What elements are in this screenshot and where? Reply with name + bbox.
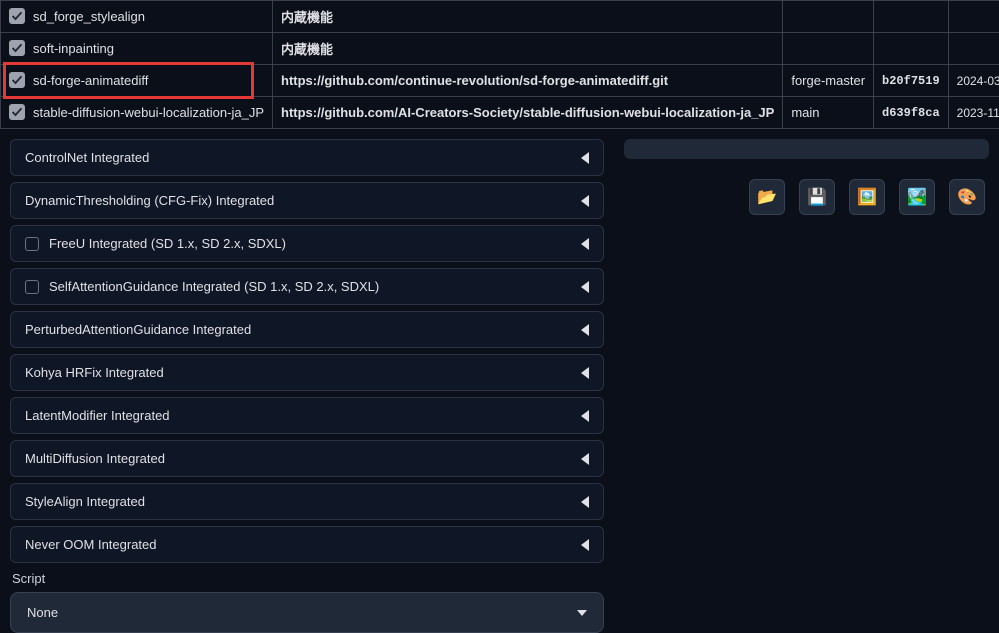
extension-name-cell: sd_forge_stylealign	[1, 1, 273, 33]
script-dropdown[interactable]: None	[10, 592, 604, 633]
extension-name-cell: stable-diffusion-webui-localization-ja_J…	[1, 97, 273, 129]
accordion-item[interactable]: DynamicThresholding (CFG-Fix) Integrated	[10, 182, 604, 219]
accordion-label: ControlNet Integrated	[25, 150, 149, 165]
accordion-item[interactable]: Kohya HRFix Integrated	[10, 354, 604, 391]
accordion-item[interactable]: Never OOM Integrated	[10, 526, 604, 563]
accordion-label: FreeU Integrated (SD 1.x, SD 2.x, SDXL)	[49, 236, 286, 251]
extensions-table: sd_forge_stylealign内蔵機能なしsoft-inpainting…	[0, 0, 999, 129]
image-button-2[interactable]: 🏞️	[899, 179, 935, 215]
triangle-left-icon	[581, 496, 589, 508]
triangle-left-icon	[581, 453, 589, 465]
extension-checkbox[interactable]	[9, 40, 25, 56]
extension-date: 2024-03-21 17:39:10	[948, 65, 999, 97]
triangle-left-icon	[581, 539, 589, 551]
extension-row: sd-forge-animatediff https://github.com/c…	[1, 65, 999, 97]
extension-checkbox[interactable]	[9, 72, 25, 88]
accordion-item[interactable]: LatentModifier Integrated	[10, 397, 604, 434]
extension-hash	[874, 1, 949, 33]
script-selected-value: None	[27, 605, 58, 620]
save-button[interactable]: 💾	[799, 179, 835, 215]
accordion-checkbox[interactable]	[25, 237, 39, 251]
accordion-item[interactable]: StyleAlign Integrated	[10, 483, 604, 520]
extension-row: soft-inpainting内蔵機能なし	[1, 33, 999, 65]
extension-hash: b20f7519	[874, 65, 949, 97]
right-panel-placeholder	[624, 139, 989, 159]
triangle-left-icon	[581, 324, 589, 336]
extension-checkbox[interactable]	[9, 104, 25, 120]
triangle-left-icon	[581, 152, 589, 164]
image-button-1[interactable]: 🖼️	[849, 179, 885, 215]
accordion-item[interactable]: MultiDiffusion Integrated	[10, 440, 604, 477]
accordion-label: LatentModifier Integrated	[25, 408, 170, 423]
open-folder-button[interactable]: 📂	[749, 179, 785, 215]
palette-icon: 🎨	[957, 187, 977, 207]
icon-toolbar: 📂 💾 🖼️ 🏞️ 🎨	[624, 179, 989, 215]
extension-row: sd_forge_stylealign内蔵機能なし	[1, 1, 999, 33]
accordion-label: MultiDiffusion Integrated	[25, 451, 165, 466]
lower-area: ControlNet Integrated DynamicThresholding…	[0, 129, 999, 633]
accordion-checkbox[interactable]	[25, 280, 39, 294]
extension-url: 内蔵機能	[273, 33, 783, 65]
triangle-left-icon	[581, 195, 589, 207]
extension-hash: d639f8ca	[874, 97, 949, 129]
script-label: Script	[12, 571, 604, 586]
accordion-item[interactable]: FreeU Integrated (SD 1.x, SD 2.x, SDXL)	[10, 225, 604, 262]
triangle-left-icon	[581, 281, 589, 293]
extension-branch	[783, 33, 874, 65]
extension-row: stable-diffusion-webui-localization-ja_J…	[1, 97, 999, 129]
extension-name: sd-forge-animatediff	[33, 73, 148, 88]
accordion-label: PerturbedAttentionGuidance Integrated	[25, 322, 251, 337]
chevron-down-icon	[577, 610, 587, 616]
extension-date	[948, 33, 999, 65]
extension-branch: main	[783, 97, 874, 129]
extension-branch: forge-master	[783, 65, 874, 97]
extension-name-cell: soft-inpainting	[1, 33, 273, 65]
extension-date	[948, 1, 999, 33]
triangle-left-icon	[581, 238, 589, 250]
image-icon: 🖼️	[857, 187, 877, 207]
accordion-label: StyleAlign Integrated	[25, 494, 145, 509]
triangle-left-icon	[581, 367, 589, 379]
accordion-label: DynamicThresholding (CFG-Fix) Integrated	[25, 193, 274, 208]
extension-url: 内蔵機能	[273, 1, 783, 33]
extension-name-cell: sd-forge-animatediff	[1, 65, 273, 97]
extension-url: https://github.com/AI-Creators-Society/s…	[273, 97, 783, 129]
right-column: 📂 💾 🖼️ 🏞️ 🎨	[614, 139, 999, 633]
triangle-left-icon	[581, 410, 589, 422]
extension-name: soft-inpainting	[33, 41, 114, 56]
left-column: ControlNet Integrated DynamicThresholding…	[0, 139, 614, 633]
extension-checkbox[interactable]	[9, 8, 25, 24]
extension-branch	[783, 1, 874, 33]
accordion-item[interactable]: PerturbedAttentionGuidance Integrated	[10, 311, 604, 348]
palette-button[interactable]: 🎨	[949, 179, 985, 215]
accordion-item[interactable]: SelfAttentionGuidance Integrated (SD 1.x…	[10, 268, 604, 305]
save-icon: 💾	[807, 187, 827, 207]
extension-url: https://github.com/continue-revolution/s…	[273, 65, 783, 97]
folder-icon: 📂	[757, 187, 777, 207]
accordion-label: Kohya HRFix Integrated	[25, 365, 164, 380]
landscape-icon: 🏞️	[907, 187, 927, 207]
extension-date: 2023-11-22 12:02:41	[948, 97, 999, 129]
accordion-item[interactable]: ControlNet Integrated	[10, 139, 604, 176]
extension-hash	[874, 33, 949, 65]
extension-name: stable-diffusion-webui-localization-ja_J…	[33, 105, 264, 120]
accordion-label: SelfAttentionGuidance Integrated (SD 1.x…	[49, 279, 379, 294]
extension-name: sd_forge_stylealign	[33, 9, 145, 24]
accordion-label: Never OOM Integrated	[25, 537, 157, 552]
